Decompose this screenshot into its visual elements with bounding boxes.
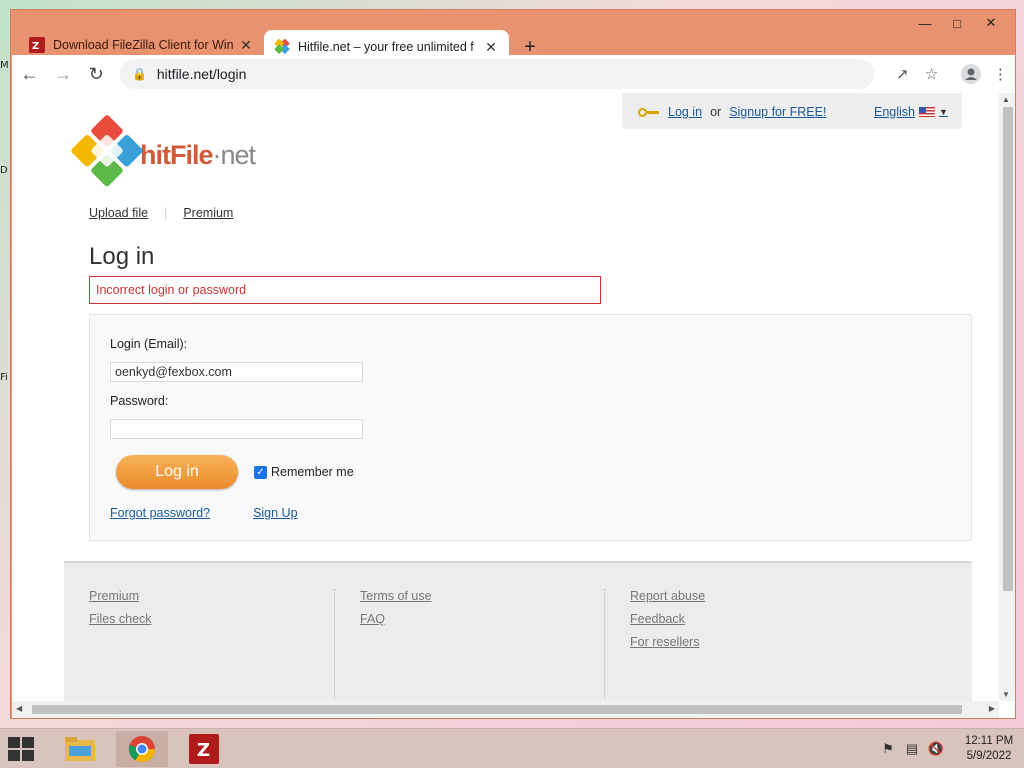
scroll-down-icon[interactable]: ▼ xyxy=(1002,690,1010,699)
minimize-icon[interactable]: — xyxy=(909,12,941,34)
browser-window: — □ ✕ Z Download FileZilla Client for Wi… xyxy=(10,9,1016,719)
svg-text:Z: Z xyxy=(32,41,39,52)
error-message: Incorrect login or password xyxy=(89,276,601,304)
account-links: Log in or Signup for FREE! xyxy=(638,105,826,119)
back-button[interactable]: ← xyxy=(14,58,45,90)
window-controls: — □ ✕ xyxy=(909,12,1009,34)
page-footer: Premium Files check Terms of use FAQ Rep… xyxy=(64,561,972,711)
language-label: English xyxy=(874,105,915,119)
maximize-icon[interactable]: □ xyxy=(941,12,973,34)
profile-avatar-icon[interactable] xyxy=(956,59,985,89)
footer-link[interactable]: Files check xyxy=(89,612,359,626)
chrome-icon[interactable] xyxy=(116,731,168,767)
close-tab-icon[interactable]: ✕ xyxy=(483,39,499,56)
scroll-up-icon[interactable]: ▲ xyxy=(1002,95,1010,104)
clock-date: 5/9/2022 xyxy=(966,750,1012,762)
vertical-scrollbar[interactable]: ▲ ▼ xyxy=(999,93,1015,701)
scroll-left-icon[interactable]: ◀ xyxy=(16,704,22,713)
sign-up-link[interactable]: Sign Up xyxy=(253,506,297,520)
page-title: Log in xyxy=(89,243,155,270)
url-text: hitfile.net/login xyxy=(156,66,247,82)
password-label: Password: xyxy=(110,394,169,408)
scrollbar-thumb[interactable] xyxy=(32,705,962,714)
upload-file-link[interactable]: Upload file xyxy=(89,206,148,220)
clock[interactable]: 12:11 PM 5/9/2022 xyxy=(954,734,1024,764)
signup-link[interactable]: Signup for FREE! xyxy=(729,105,826,119)
footer-link[interactable]: Feedback xyxy=(630,612,874,626)
footer-column: Terms of use FAQ xyxy=(334,589,604,699)
menu-kebab-icon[interactable]: ⋮ xyxy=(986,59,1015,89)
horizontal-scrollbar[interactable]: ◀ ▶ xyxy=(12,701,999,718)
flag-alert-icon[interactable]: ⚑ xyxy=(876,737,900,761)
forgot-password-link[interactable]: Forgot password? xyxy=(110,506,210,520)
taskbar: Z ⚑ ▤ 🔇 12:11 PM 5/9/2022 xyxy=(0,728,1024,768)
login-link[interactable]: Log in xyxy=(668,105,702,119)
footer-link[interactable]: Terms of use xyxy=(360,589,604,603)
language-selector[interactable]: English ▼ xyxy=(874,105,948,119)
login-email-label: Login (Email): xyxy=(110,337,188,351)
file-explorer-icon[interactable] xyxy=(54,731,106,767)
scrollbar-thumb[interactable] xyxy=(1003,107,1013,591)
footer-link[interactable]: Premium xyxy=(89,589,359,603)
reload-button[interactable]: ↻ xyxy=(81,58,112,90)
share-icon[interactable]: ↗ xyxy=(888,59,917,89)
chevron-down-icon: ▼ xyxy=(939,107,948,117)
footer-column: Premium Files check xyxy=(89,589,359,699)
volume-muted-icon[interactable]: 🔇 xyxy=(924,737,948,761)
footer-link[interactable]: Report abuse xyxy=(630,589,874,603)
forward-button[interactable]: → xyxy=(47,58,78,90)
site-nav: Upload file | Premium xyxy=(89,206,233,220)
login-form: Login (Email): Password: Log in ✓ Rememb… xyxy=(89,314,972,541)
close-tab-icon[interactable]: ✕ xyxy=(238,37,254,54)
footer-column: Report abuse Feedback For resellers xyxy=(604,589,874,699)
page-viewport: Log in or Signup for FREE! English ▼ hit… xyxy=(12,93,1015,718)
filezilla-icon: Z xyxy=(29,37,45,53)
email-field[interactable] xyxy=(110,362,363,382)
hitfile-icon xyxy=(274,39,290,55)
footer-link[interactable]: For resellers xyxy=(630,635,874,649)
footer-link[interactable]: FAQ xyxy=(360,612,604,626)
login-button[interactable]: Log in xyxy=(116,455,238,489)
address-bar[interactable]: 🔒 hitfile.net/login xyxy=(119,59,874,89)
clock-time: 12:11 PM xyxy=(964,735,1014,747)
or-text: or xyxy=(710,105,722,119)
scroll-right-icon[interactable]: ▶ xyxy=(989,704,995,713)
remember-checkbox[interactable]: ✓ xyxy=(254,465,267,479)
bookmark-star-icon[interactable]: ☆ xyxy=(917,59,946,89)
us-flag-icon xyxy=(919,107,935,117)
tab-title: Download FileZilla Client for Win xyxy=(53,38,234,52)
remember-label: Remember me xyxy=(271,465,354,479)
close-icon[interactable]: ✕ xyxy=(973,12,1009,34)
hitfile-logo-icon xyxy=(66,113,148,196)
logo-text: hitFile·net xyxy=(140,139,256,170)
windows-start-icon[interactable] xyxy=(8,737,38,761)
premium-link[interactable]: Premium xyxy=(183,206,233,220)
browser-toolbar: ← → ↻ 🔒 hitfile.net/login ↗ ☆ ⋮ xyxy=(12,55,1015,93)
svg-text:Z: Z xyxy=(197,740,210,761)
site-logo[interactable]: hitFile·net xyxy=(70,113,258,188)
nav-divider: | xyxy=(164,206,168,220)
remember-me[interactable]: ✓ Remember me xyxy=(254,465,354,479)
tab-title: Hitfile.net – your free unlimited f xyxy=(298,40,474,54)
system-tray: ⚑ ▤ 🔇 12:11 PM 5/9/2022 xyxy=(876,729,1024,768)
filezilla-taskbar-icon[interactable]: Z xyxy=(178,731,230,767)
form-links: Forgot password? Sign Up xyxy=(110,506,298,520)
key-icon xyxy=(638,107,660,117)
network-icon[interactable]: ▤ xyxy=(900,737,924,761)
lock-icon[interactable]: 🔒 xyxy=(132,67,147,81)
password-field[interactable] xyxy=(110,419,363,439)
